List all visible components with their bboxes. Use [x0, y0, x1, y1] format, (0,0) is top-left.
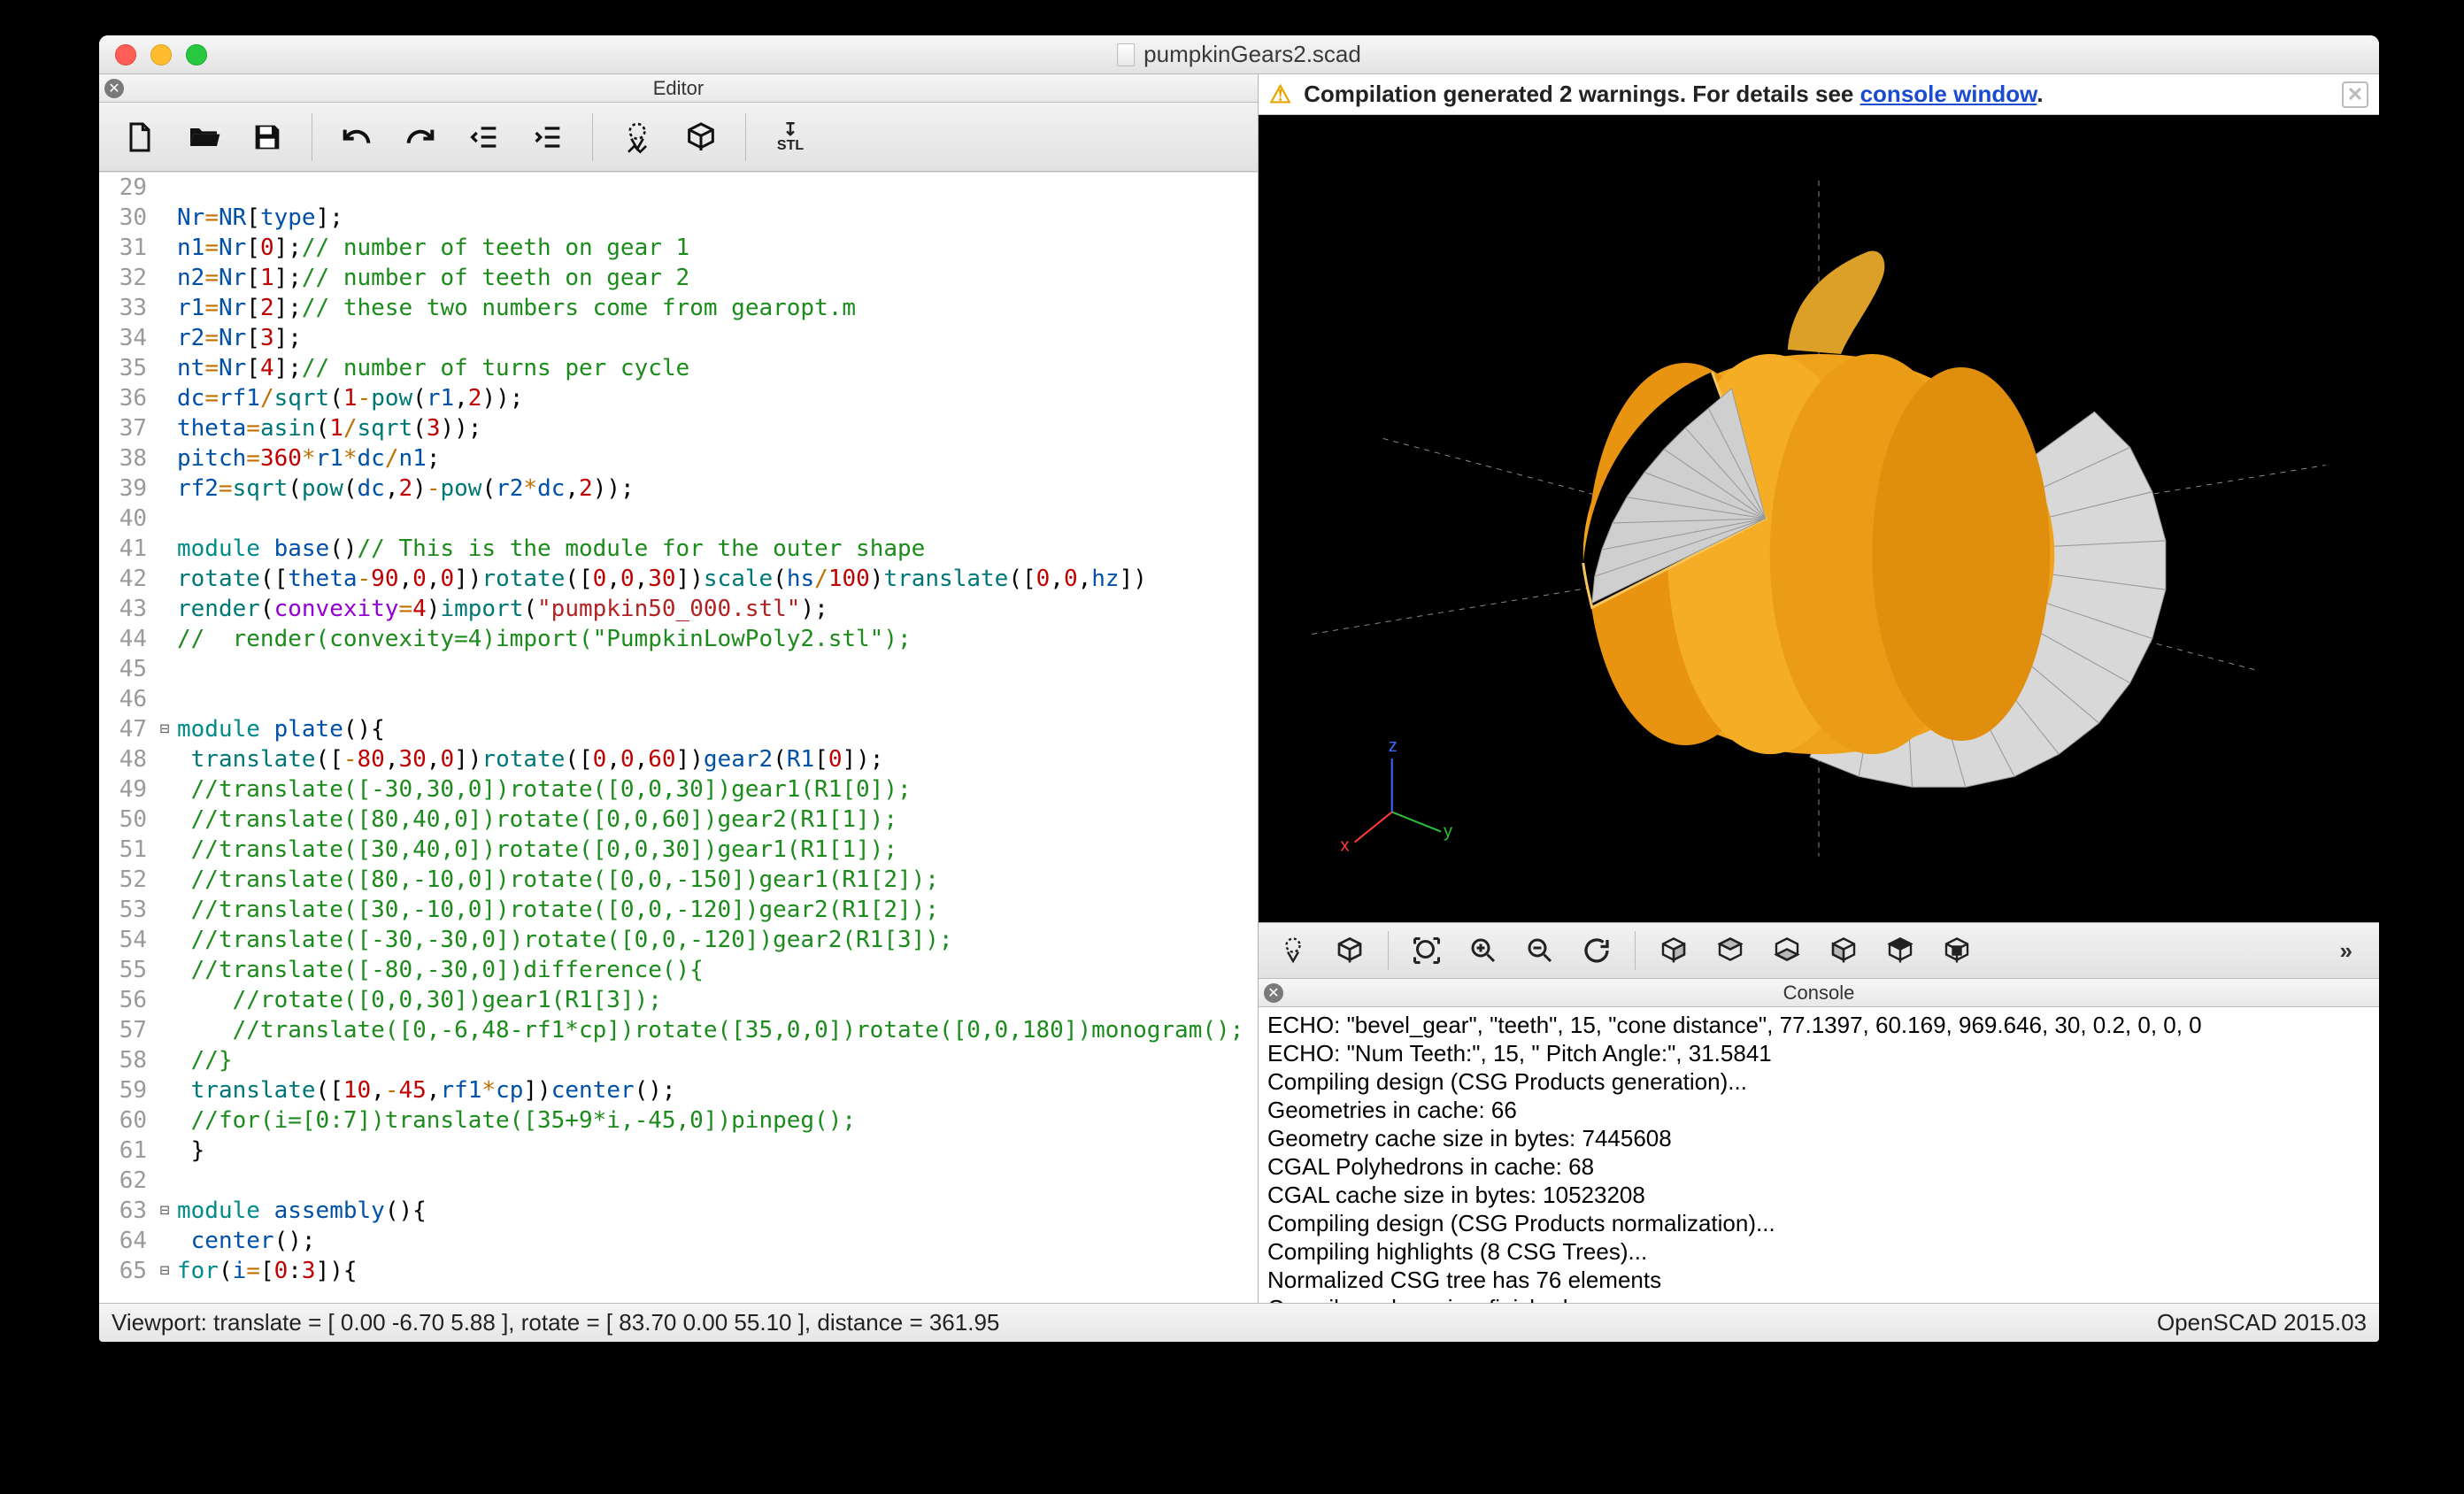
warning-text: Compilation generated 2 warnings. For de… [1304, 81, 1860, 107]
warning-icon: ⚠ [1269, 80, 1291, 109]
warning-bar: ⚠ Compilation generated 2 warnings. For … [1259, 74, 2379, 115]
zoom-fit-button[interactable] [1401, 929, 1452, 972]
status-bar: Viewport: translate = [ 0.00 -6.70 5.88 … [99, 1303, 2379, 1342]
console-header: ✕ Console [1259, 979, 2379, 1007]
status-viewport: Viewport: translate = [ 0.00 -6.70 5.88 … [112, 1309, 999, 1336]
save-file-button[interactable] [239, 112, 296, 162]
window-minimize-button[interactable] [150, 44, 172, 65]
status-version: OpenSCAD 2015.03 [2157, 1309, 2367, 1336]
preview-view-button[interactable] [1267, 929, 1319, 972]
redo-button[interactable] [392, 112, 449, 162]
unindent-button[interactable] [456, 112, 512, 162]
open-file-button[interactable] [175, 112, 232, 162]
window-close-button[interactable] [115, 44, 136, 65]
viewport-3d[interactable]: z y x [1259, 115, 2379, 922]
console-window-link[interactable]: console window [1860, 81, 2037, 107]
view-top-button[interactable] [1705, 929, 1756, 972]
console-output[interactable]: ECHO: "bevel_gear", "teeth", 15, "cone d… [1259, 1007, 2379, 1303]
view-right-button[interactable] [1648, 929, 1699, 972]
svg-text:x: x [1340, 836, 1349, 856]
view-toolbar: » [1259, 922, 2379, 979]
reset-view-button[interactable] [1571, 929, 1622, 972]
editor-header: ✕ Editor [99, 74, 1258, 103]
undo-button[interactable] [328, 112, 385, 162]
warning-close-button[interactable]: ✕ [2342, 81, 2368, 108]
export-stl-button[interactable]: ↧STL [762, 112, 819, 162]
view-bottom-button[interactable] [1761, 929, 1813, 972]
indent-button[interactable] [520, 112, 576, 162]
window-title: pumpkinGears2.scad [1143, 41, 1361, 68]
document-icon [1117, 43, 1135, 66]
svg-text:y: y [1444, 822, 1452, 842]
view-toolbar-overflow-button[interactable]: » [2340, 937, 2370, 965]
view-front-button[interactable] [1875, 929, 1926, 972]
titlebar[interactable]: pumpkinGears2.scad [99, 35, 2379, 74]
editor-toolbar: ↧STL [99, 103, 1258, 172]
app-window: pumpkinGears2.scad ✕ Editor [99, 35, 2379, 1342]
zoom-out-button[interactable] [1514, 929, 1566, 972]
pumpkin-render: z y x [1259, 172, 2379, 866]
console-close-icon[interactable]: ✕ [1264, 983, 1283, 1003]
editor-panel: ✕ Editor ↧STL 29303132333435363738394041 [99, 74, 1259, 1303]
svg-text:z: z [1389, 736, 1398, 756]
editor-header-label: Editor [653, 77, 704, 100]
render-button[interactable] [673, 112, 729, 162]
editor-close-icon[interactable]: ✕ [104, 79, 124, 98]
preview-button[interactable] [609, 112, 666, 162]
view-back-button[interactable] [1931, 929, 1983, 972]
zoom-in-button[interactable] [1458, 929, 1509, 972]
console-panel: ✕ Console ECHO: "bevel_gear", "teeth", 1… [1259, 979, 2379, 1303]
right-panel: ⚠ Compilation generated 2 warnings. For … [1259, 74, 2379, 1303]
new-file-button[interactable] [112, 112, 168, 162]
window-zoom-button[interactable] [186, 44, 207, 65]
code-editor[interactable]: 2930313233343536373839404142434445464748… [99, 172, 1258, 1303]
render-view-button[interactable] [1324, 929, 1375, 972]
console-header-label: Console [1783, 982, 1855, 1005]
view-left-button[interactable] [1818, 929, 1869, 972]
